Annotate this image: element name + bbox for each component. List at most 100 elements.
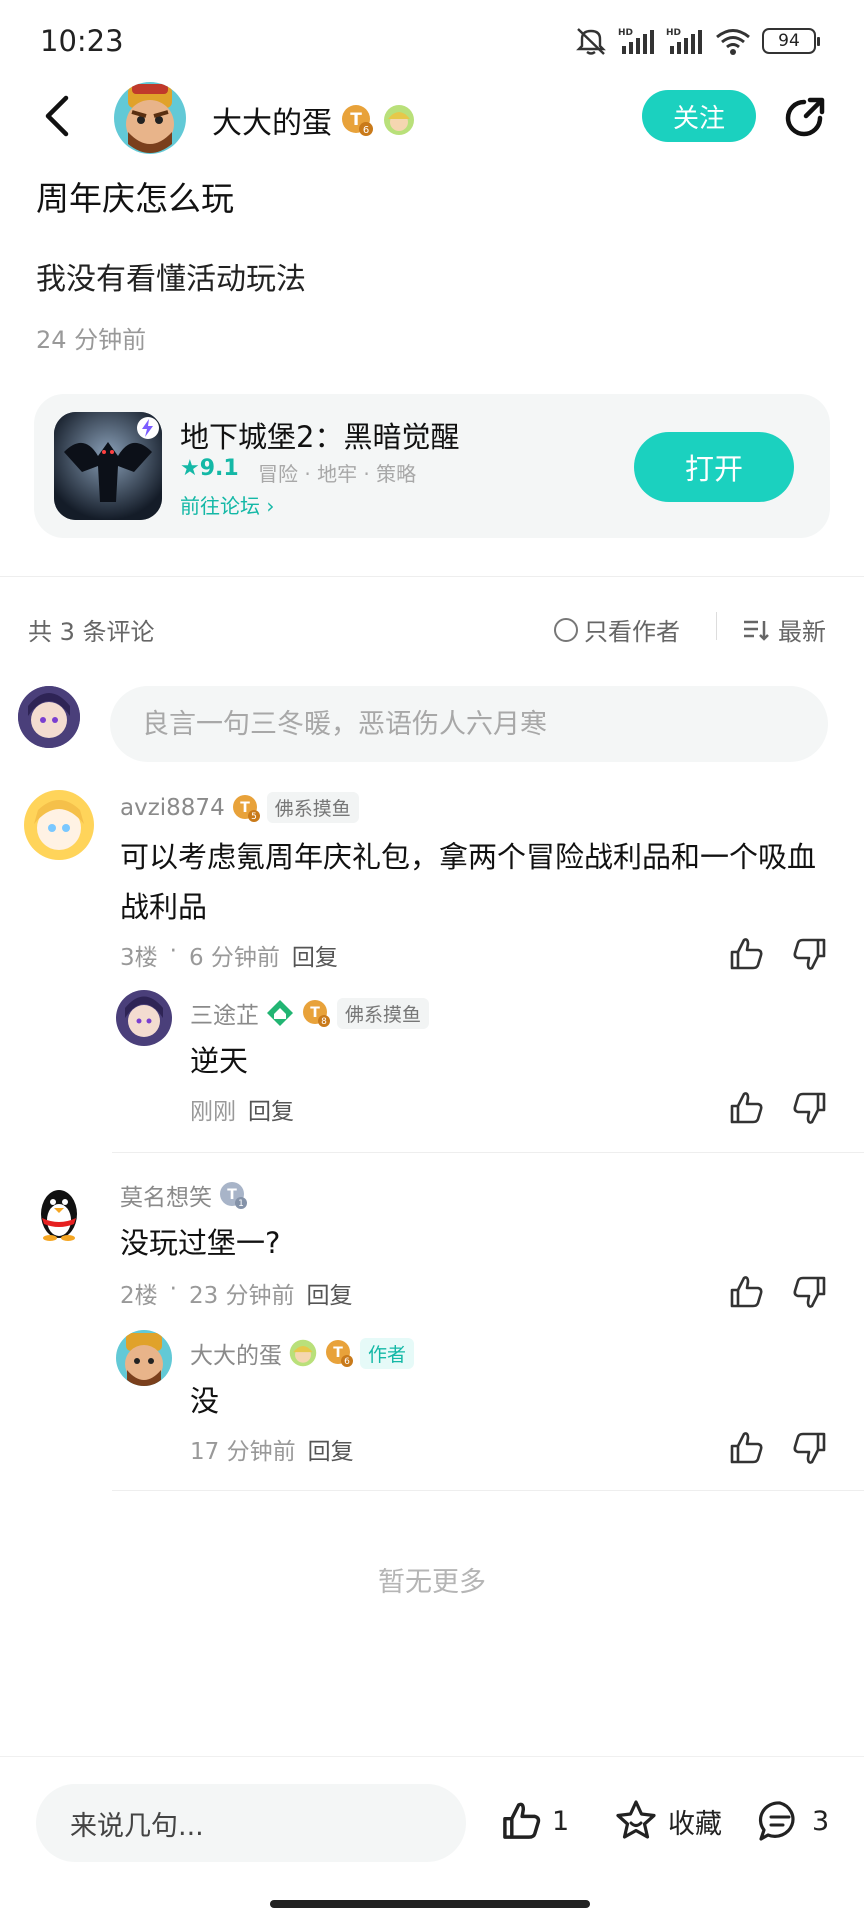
level-badge-icon: T6 <box>326 1340 353 1367</box>
post-title: 周年庆怎么玩 <box>36 179 234 218</box>
reply-text: 没 <box>190 1384 220 1418</box>
replier-tag: 佛系摸鱼 <box>337 997 430 1029</box>
status-time: 10:23 <box>40 24 124 58</box>
signal-hd-icon: HD <box>618 28 654 54</box>
svg-text:1: 1 <box>238 1199 244 1209</box>
replier-name[interactable]: 大大的蛋 <box>190 1336 282 1370</box>
follow-button[interactable]: 关注 <box>642 90 756 142</box>
post-body: 我没有看懂活动玩法 <box>36 262 306 297</box>
comment-text: 没玩过堡一? <box>120 1226 281 1260</box>
comment-time: 6 分钟前 <box>188 945 280 971</box>
sort-icon <box>744 620 769 641</box>
like-icon[interactable] <box>726 1272 766 1312</box>
commenter-name[interactable]: avzi8874 <box>120 795 225 821</box>
reply-meta: 17 分钟前 回复 <box>190 1432 354 1466</box>
reply-meta: 刚刚 回复 <box>190 1092 294 1126</box>
verified-badge-icon <box>137 417 159 439</box>
forum-link[interactable]: 前往论坛 › <box>180 490 274 519</box>
comment-time: 23 分钟前 <box>188 1283 295 1309</box>
like-icon[interactable] <box>726 934 766 974</box>
commenter-avatar[interactable] <box>24 1176 94 1246</box>
commenter-tag: 佛系摸鱼 <box>266 792 359 823</box>
avatar-badge-icon <box>384 105 414 135</box>
only-author-label: 只看作者 <box>584 618 680 646</box>
comment-meta: 3楼 · 6 分钟前 回复 <box>120 938 338 972</box>
like-count: 1 <box>552 1805 570 1837</box>
open-game-button[interactable]: 打开 <box>634 432 794 502</box>
back-arrow-icon[interactable] <box>38 92 78 140</box>
reply-text: 逆天 <box>190 1044 249 1078</box>
comment-count-bottom: 3 <box>812 1805 830 1837</box>
level-badge-icon: T5 <box>232 794 260 822</box>
no-more-text: 暂无更多 <box>378 1567 486 1598</box>
collect-label: 收藏 <box>668 1808 722 1840</box>
star-icon <box>616 1800 656 1839</box>
level-badge-icon: T1 <box>220 1182 247 1209</box>
comment-divider <box>112 1490 864 1491</box>
comment-meta: 2楼 · 23 分钟前 回复 <box>120 1276 353 1310</box>
comment-divider <box>112 1152 864 1153</box>
avatar-badge-icon <box>289 1339 317 1367</box>
like-icon[interactable] <box>726 1088 766 1128</box>
battery-icon: 94 <box>762 28 820 54</box>
wifi-icon <box>716 29 750 55</box>
author-name[interactable]: 大大的蛋 T6 <box>212 98 416 142</box>
comment-bubble-icon <box>758 1801 795 1841</box>
mute-icon <box>576 28 606 55</box>
thumbs-up-icon <box>503 1802 541 1839</box>
svg-text:HD: HD <box>618 28 633 38</box>
comments-button[interactable]: 3 <box>756 1796 829 1846</box>
comment-floor: 3楼 <box>120 945 158 971</box>
only-author-toggle[interactable]: 只看作者 <box>554 612 680 647</box>
comment-floor: 2楼 <box>120 1283 158 1309</box>
commenter-avatar[interactable] <box>24 790 94 860</box>
home-indicator[interactable] <box>270 1900 590 1908</box>
level-badge-icon: T6 <box>342 105 373 136</box>
commenter-name-row: avzi8874 T5 佛系摸鱼 <box>120 792 359 823</box>
dislike-icon[interactable] <box>790 934 830 974</box>
reply-button[interactable]: 回复 <box>248 1092 294 1126</box>
replier-avatar[interactable] <box>116 990 172 1046</box>
comment-input[interactable] <box>110 686 828 762</box>
reply-time: 17 分钟前 <box>190 1439 296 1465</box>
post-time: 24 分钟前 <box>36 326 147 354</box>
signal-hd-icon-2: HD <box>666 28 702 54</box>
header-separator <box>716 612 717 640</box>
dislike-icon[interactable] <box>790 1272 830 1312</box>
replier-name[interactable]: 三途芷 <box>190 996 259 1030</box>
radio-icon <box>554 617 578 642</box>
svg-text:6: 6 <box>344 1357 350 1367</box>
author-tag: 作者 <box>360 1337 415 1369</box>
section-divider <box>0 576 864 577</box>
reply-button[interactable]: 回复 <box>292 938 338 972</box>
svg-text:6: 6 <box>363 125 369 136</box>
sort-label: 最新 <box>778 618 826 646</box>
commenter-name-row: 莫名想笑 T1 <box>120 1178 248 1212</box>
sort-toggle[interactable]: 最新 <box>742 612 826 647</box>
reply-time: 刚刚 <box>190 1099 236 1125</box>
comment-count: 共 3 条评论 <box>28 618 155 646</box>
my-avatar <box>18 686 80 748</box>
like-icon[interactable] <box>726 1428 766 1468</box>
house-badge-icon <box>267 1000 293 1026</box>
collect-button[interactable]: 收藏 <box>612 1796 722 1846</box>
game-name: 地下城堡2：黑暗觉醒 <box>180 420 460 454</box>
svg-text:8: 8 <box>321 1017 327 1027</box>
dislike-icon[interactable] <box>790 1088 830 1128</box>
game-rating: ★9.1 <box>180 456 239 481</box>
bottom-comment-input[interactable]: 来说几句... <box>36 1784 466 1862</box>
svg-text:5: 5 <box>251 812 257 822</box>
like-post-button[interactable]: 1 <box>498 1796 569 1846</box>
game-tags: 冒险 · 地牢 · 策略 <box>258 462 417 486</box>
replier-name-row: 大大的蛋 T6 作者 <box>190 1336 415 1370</box>
reply-button[interactable]: 回复 <box>308 1432 354 1466</box>
status-icons: HD HD 94 <box>574 26 820 56</box>
replier-avatar[interactable] <box>116 1330 172 1386</box>
svg-text:HD: HD <box>666 28 681 38</box>
reply-button[interactable]: 回复 <box>307 1276 353 1310</box>
dislike-icon[interactable] <box>790 1428 830 1468</box>
author-name-text: 大大的蛋 <box>212 106 332 141</box>
commenter-name[interactable]: 莫名想笑 <box>120 1178 212 1212</box>
author-avatar[interactable] <box>114 82 186 154</box>
share-icon[interactable] <box>780 94 828 142</box>
